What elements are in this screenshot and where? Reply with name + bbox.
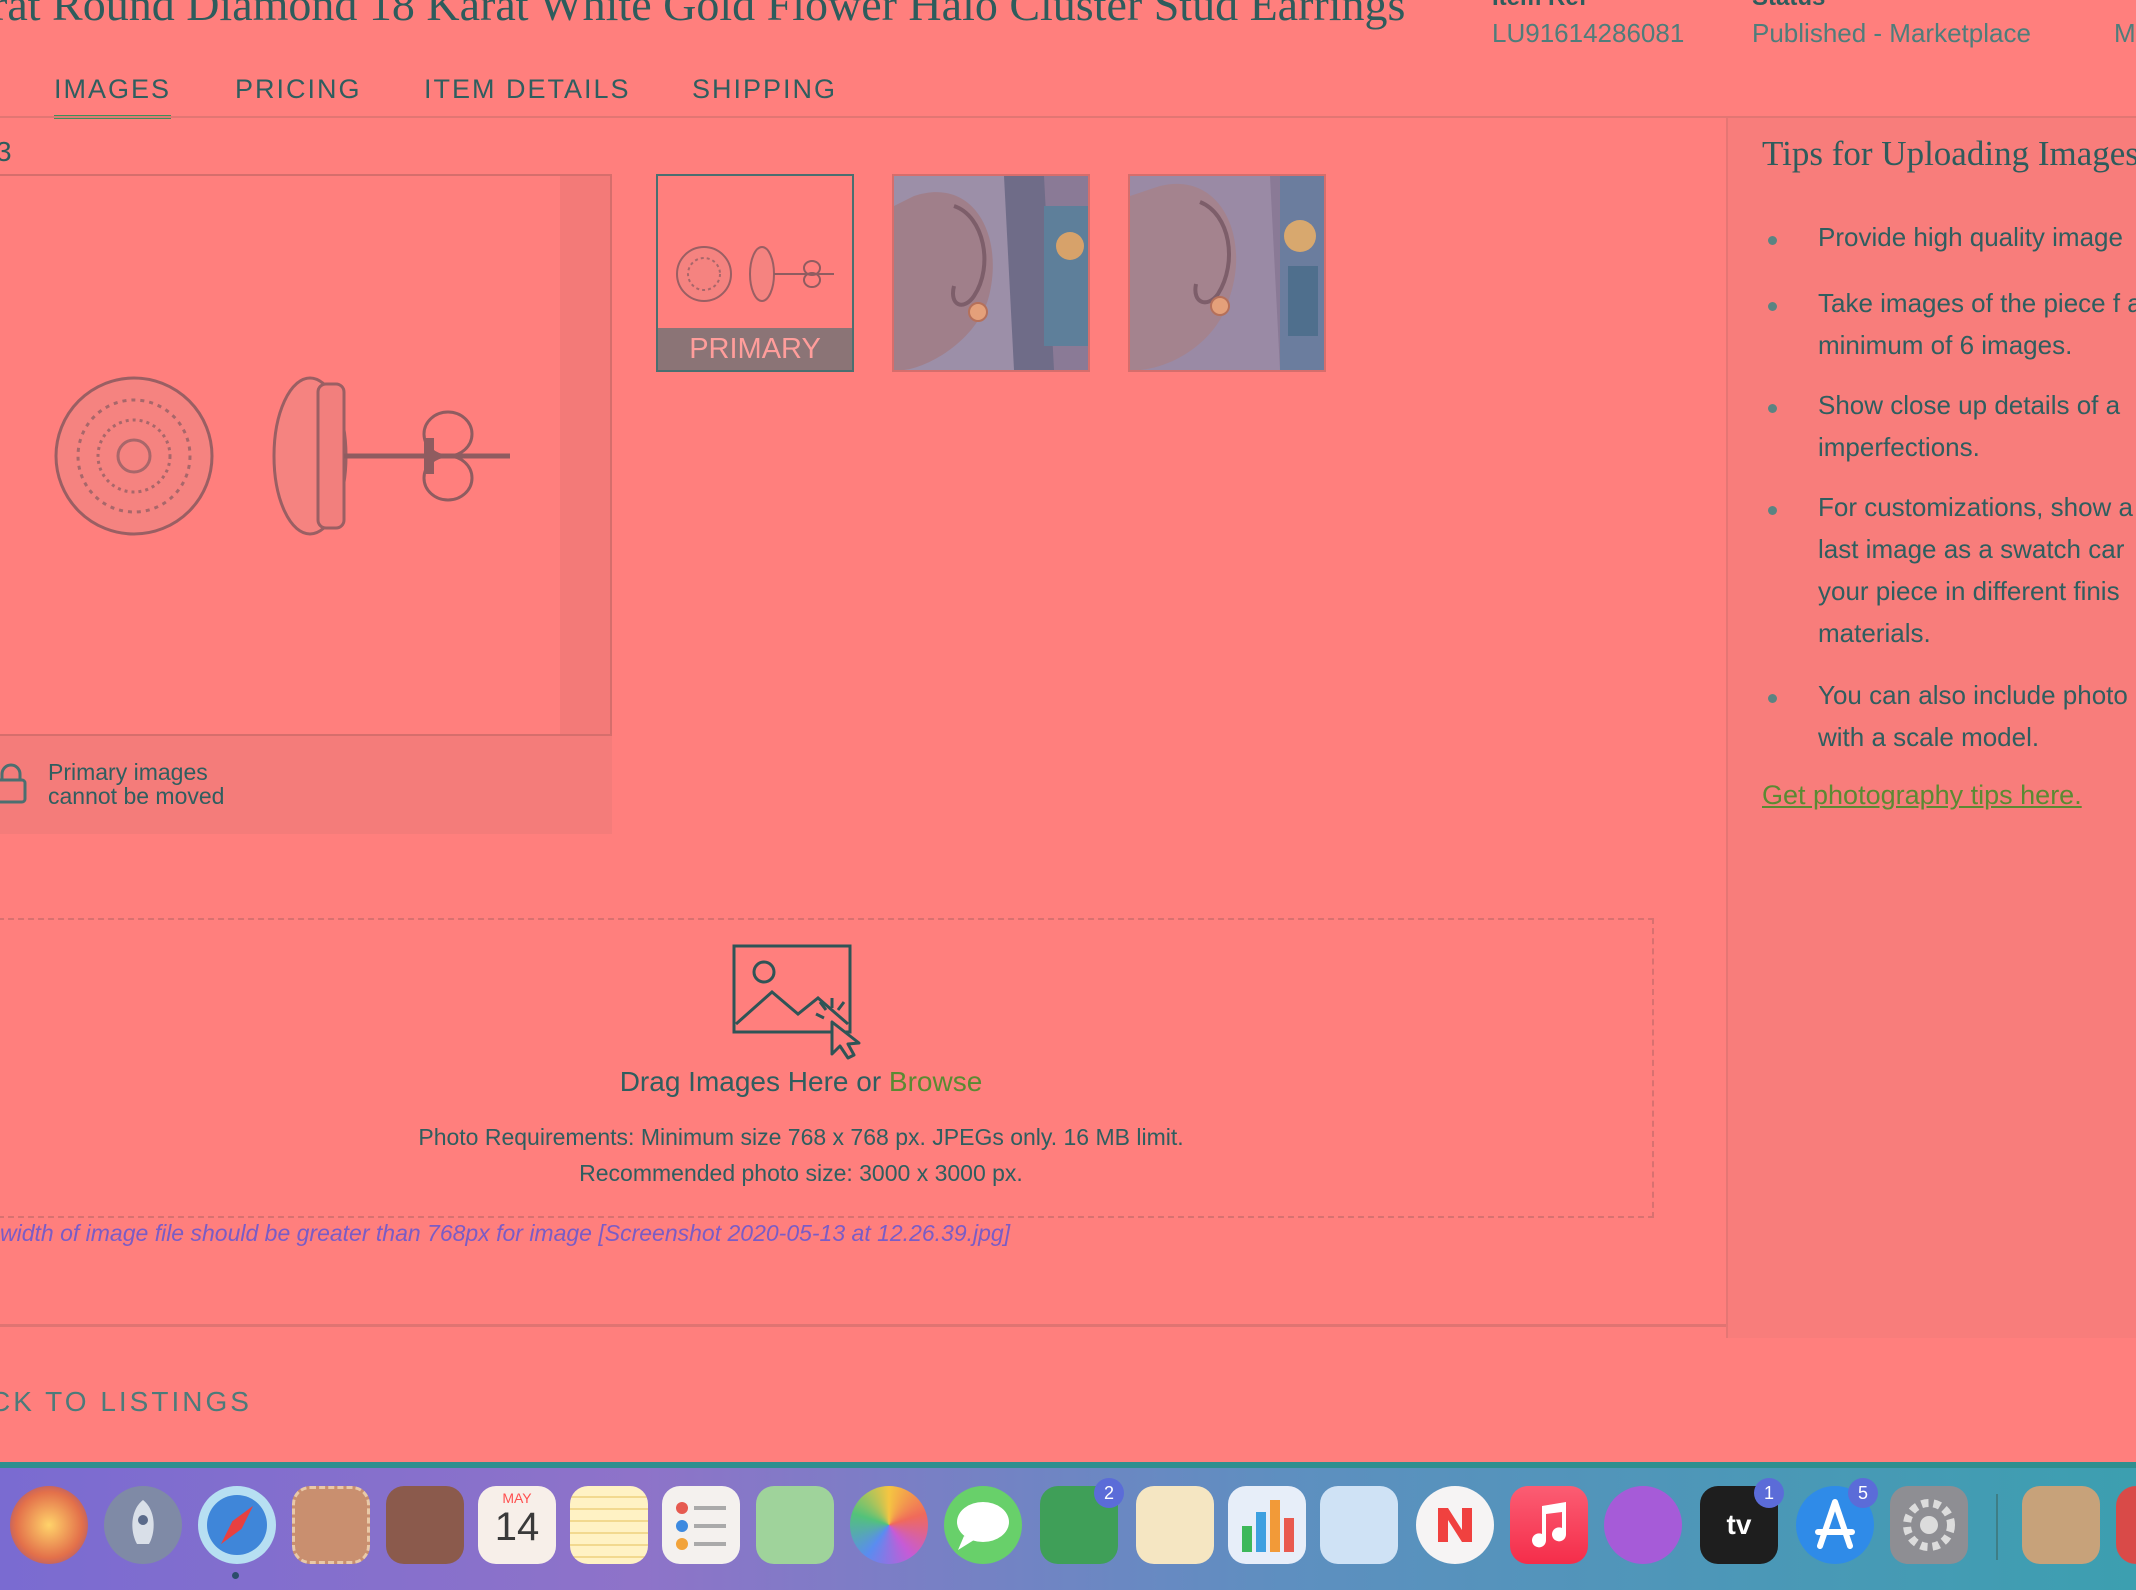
news-icon[interactable] — [1416, 1486, 1494, 1564]
footer-bar — [0, 1340, 2136, 1464]
drag-text: Drag Images Here or — [619, 1066, 882, 1097]
recommended-size: Recommended photo size: 3000 x 3000 px. — [579, 1160, 1023, 1186]
tab-images[interactable]: IMAGES — [54, 74, 172, 119]
partial-dock-icon[interactable] — [2116, 1486, 2136, 1564]
tip-item: For customizations, show a last image as… — [1818, 492, 2134, 648]
tip-bullet — [1768, 236, 1777, 245]
maps-icon[interactable] — [756, 1486, 834, 1564]
tab-pricing[interactable]: PRICING — [235, 74, 362, 115]
tip-bullet — [1768, 694, 1777, 703]
gear-glyph — [1903, 1499, 1955, 1551]
tab-shipping[interactable]: SHIPPING — [692, 74, 837, 115]
photo-requirements: Photo Requirements: Minimum size 768 x 7… — [418, 1124, 1184, 1150]
tip-item: You can also include photo with a scale … — [1818, 680, 2128, 752]
photography-tips-link[interactable]: Get photography tips here. — [1762, 780, 2082, 811]
tips-title: Tips for Uploading Images — [1762, 134, 2136, 173]
status-label: Status — [1752, 0, 1825, 12]
drag-instructions: Drag Images Here or Browse — [0, 1066, 1602, 1098]
thumbnail-earring-image — [676, 246, 834, 302]
thumbnail-ear-photo-2[interactable] — [1128, 174, 1326, 372]
calendar-icon[interactable]: MAY 14 — [478, 1486, 556, 1564]
notes-icon[interactable] — [570, 1486, 648, 1564]
podcasts-icon[interactable] — [1604, 1486, 1682, 1564]
contacts-icon[interactable] — [386, 1486, 464, 1564]
tab-item-details[interactable]: ITEM DETAILS — [424, 74, 631, 115]
launchpad-icon[interactable] — [104, 1486, 182, 1564]
content-divider — [0, 1324, 1726, 1327]
preview-scrollbar[interactable] — [560, 176, 610, 734]
back-to-listings-link[interactable]: CK TO LISTINGS — [0, 1386, 252, 1418]
ear-photo-image — [1130, 176, 1324, 370]
reminders-icon[interactable] — [662, 1486, 740, 1564]
list-glyph — [676, 1502, 726, 1550]
thumbnail-primary[interactable]: PRIMARY — [656, 174, 854, 372]
image-count-label: 3 — [0, 136, 12, 167]
compass-glyph — [207, 1495, 267, 1555]
tip-bullet — [1768, 404, 1777, 413]
tip-item: Take images of the piece f a minimum of … — [1818, 288, 2136, 360]
apple-tv-badge: 1 — [1754, 1478, 1784, 1508]
lock-icon — [0, 763, 27, 804]
upload-error-message: width of image file should be greater th… — [0, 1220, 1011, 1246]
tip-bullet — [1768, 506, 1777, 515]
rocket-glyph — [132, 1500, 154, 1544]
page-title: rat Round Diamond 18 Karat White Gold Fl… — [0, 0, 1406, 30]
pages-icon[interactable] — [1136, 1486, 1214, 1564]
item-ref-label: Item Ref — [1492, 0, 1587, 12]
messages-icon[interactable] — [944, 1486, 1022, 1564]
primary-lock-note: Primary images cannot be moved — [48, 759, 225, 809]
dock-separator — [1996, 1494, 1998, 1560]
keynote-icon[interactable] — [1320, 1486, 1398, 1564]
image-upload-icon — [732, 944, 861, 1060]
music-icon[interactable] — [1510, 1486, 1588, 1564]
news-glyph — [1438, 1508, 1472, 1542]
extra-meta-value: M — [2114, 18, 2136, 48]
running-indicator — [232, 1572, 239, 1579]
bar-chart-glyph — [1242, 1500, 1294, 1552]
calendar-month: MAY — [502, 1490, 532, 1506]
siri-icon[interactable] — [10, 1486, 88, 1564]
mail-stamp-icon[interactable] — [292, 1486, 370, 1564]
facetime-badge: 2 — [1094, 1478, 1124, 1508]
system-preferences-icon[interactable] — [1890, 1486, 1968, 1564]
app-store-badge: 5 — [1848, 1478, 1878, 1508]
tip-item: Show close up details of a imperfections… — [1818, 390, 2121, 462]
tip-item: Provide high quality image — [1818, 222, 2123, 252]
item-ref-value: LU91614286081 — [1492, 18, 1685, 48]
earring-image — [54, 376, 510, 536]
ear-photo-image — [894, 176, 1088, 370]
safari-icon[interactable] — [198, 1486, 276, 1564]
tip-bullet — [1768, 302, 1777, 311]
primary-badge: PRIMARY — [658, 328, 852, 370]
thumbnail-ear-photo-1[interactable] — [892, 174, 1090, 372]
note-glyph — [1532, 1502, 1567, 1548]
calendar-day: 14 — [494, 1505, 540, 1549]
status-value: Published - Marketplace — [1752, 18, 2031, 48]
browse-link[interactable]: Browse — [889, 1066, 982, 1097]
numbers-icon[interactable] — [1228, 1486, 1306, 1564]
photos-icon[interactable] — [850, 1486, 928, 1564]
preview-app-icon[interactable] — [2022, 1486, 2100, 1564]
chat-bubble-glyph — [957, 1502, 1009, 1550]
